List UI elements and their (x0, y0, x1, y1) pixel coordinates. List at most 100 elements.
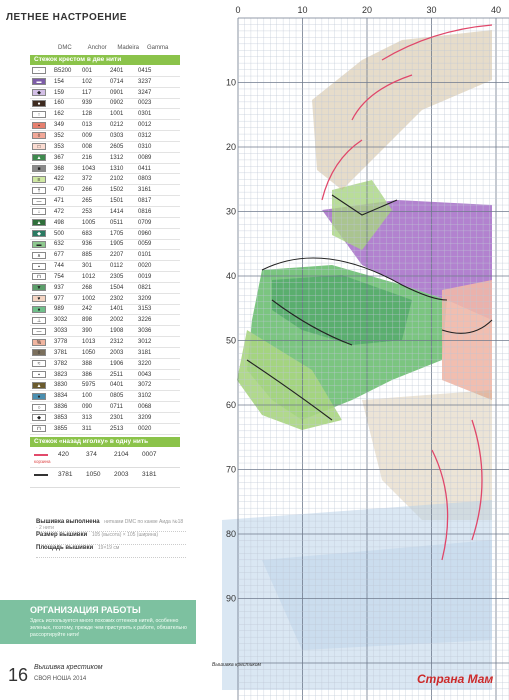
key-cell-dmc: 368 (54, 165, 65, 172)
column-label: 10 (297, 5, 307, 15)
key-cell-dmc: 3782 (54, 360, 68, 367)
key-row: ≡ 422 372 2102 0803 (30, 174, 180, 186)
key-cell-gamma: 0068 (138, 404, 152, 411)
row-label: 50 (226, 336, 236, 346)
key-cell-anchor: 128 (82, 111, 93, 118)
key-row: ⊓ 754 1012 2305 0019 (30, 272, 180, 283)
key-symbol: ▪ (32, 121, 46, 129)
key-cell-dmc: 422 (54, 176, 65, 183)
key-row: % 3778 1013 2312 3012 (30, 337, 180, 348)
key-symbol: ≈ (32, 360, 46, 368)
key-cell-gamma: 0023 (138, 100, 152, 107)
key-row: ■ 368 1043 1310 0411 (30, 164, 180, 175)
key-symbol: ↓ (32, 208, 46, 216)
key-cell-madeira: 1414 (110, 208, 124, 215)
key-cell-dmc: 3033 (54, 328, 68, 335)
key-cell-madeira: 1501 (110, 198, 124, 205)
key-cell-madeira: 2305 (110, 273, 124, 280)
key-row: ♥ 977 1002 2302 3209 (30, 294, 180, 305)
backstitch-cell-madeira: 2104 (114, 451, 129, 458)
column-label: 20 (362, 5, 372, 15)
key-row: ≈3782 388 1906 3220 (30, 359, 180, 370)
key-symbol: ■ (32, 165, 46, 173)
backstitch-cell-madeira: 2003 (114, 471, 129, 478)
key-cell-gamma: 3181 (138, 349, 152, 356)
key-cell-gamma: 0817 (138, 198, 152, 205)
key-cell-gamma: 0301 (138, 111, 152, 118)
key-symbol: ◆ (32, 89, 46, 97)
key-cell-gamma: 0020 (138, 425, 152, 432)
column-label: 40 (491, 5, 501, 15)
key-symbol: † (32, 186, 46, 194)
key-cell-anchor: 266 (82, 187, 93, 194)
key-cell-anchor: 102 (82, 78, 93, 85)
key-cell-dmc: 154 (54, 78, 65, 85)
key-cell-gamma: 0101 (138, 252, 152, 259)
row-label: 60 (226, 400, 236, 410)
backstitch-cell-gamma: 0007 (142, 451, 157, 458)
backstitch-cell-dmc: 3781 (58, 471, 73, 478)
key-cell-gamma: 0059 (138, 241, 152, 248)
key-cell-gamma: 0960 (138, 230, 152, 237)
key-symbol: — (32, 197, 46, 205)
key-row: ◆ 3853 313 2301 3209 (30, 413, 180, 424)
key-cell-madeira: 1705 (110, 230, 124, 237)
key-cell-gamma: 0709 (138, 219, 152, 226)
key-row: ▬ 632 936 1905 0059 (30, 240, 180, 251)
key-cell-gamma: 0310 (138, 143, 152, 150)
key-row: ● 160 939 0902 0023 (30, 99, 180, 110)
key-cell-dmc: 3781 (54, 349, 68, 356)
page-title: ЛЕТНЕЕ НАСТРОЕНИЕ (6, 12, 127, 23)
pattern-grid-svg: 0 10 20 30 40 10 20 30 40 50 60 70 80 90 (202, 0, 509, 700)
key-row: ◊ 352 009 0303 0312 (30, 131, 180, 142)
key-cell-anchor: 117 (82, 89, 92, 96)
key-cell-anchor: 313 (82, 414, 93, 421)
key-symbol: ▲ (32, 219, 46, 227)
key-cell-madeira: 0901 (110, 89, 124, 96)
key-cell-madeira: 0212 (110, 122, 124, 129)
key-cell-dmc: 937 (54, 284, 65, 291)
key-row: ↑ 162 128 1001 0301 (30, 109, 180, 121)
backstitch-row: 3781 1050 2003 3181 (30, 469, 180, 488)
backstitch-cell-anchor: 1050 (86, 471, 101, 478)
key-row: ▬ 154 102 0714 3237 (30, 77, 180, 88)
key-cell-dmc: 3855 (54, 425, 68, 432)
key-row: ▲ 498 1005 0511 0709 (30, 218, 180, 229)
info-made: Вышивка выполнена нитками DMC по канве А… (36, 519, 186, 532)
key-cell-anchor: 268 (82, 284, 93, 291)
key-cell-madeira: 2003 (110, 349, 124, 356)
backstitch-cell-dmc: 420 (58, 451, 69, 458)
key-row: ∧ 677 885 2207 0101 (30, 250, 180, 262)
key-cell-anchor: 898 (82, 317, 93, 324)
key-cell-dmc: 160 (54, 100, 65, 107)
key-cell-madeira: 0303 (110, 132, 124, 139)
key-cell-dmc: 3778 (54, 339, 68, 346)
key-cell-dmc: 353 (54, 143, 65, 150)
key-row: · B5200 001 2401 0415 (30, 66, 180, 77)
row-label: 80 (226, 529, 236, 539)
backstitch-cell-anchor: 374 (86, 451, 97, 458)
key-cell-gamma: 0816 (138, 208, 152, 215)
chart-corner-logo: Вышивка крестиком (212, 662, 261, 668)
key-symbol: ∧ (32, 251, 46, 259)
legend-panel: ЛЕТНЕЕ НАСТРОЕНИЕ DMC Anchor Madeira Gam… (0, 0, 196, 700)
key-cell-gamma: 3226 (138, 317, 152, 324)
key-row: ⊓ 3855 311 2513 0020 (30, 424, 180, 435)
key-cell-madeira: 1906 (110, 360, 124, 367)
key-row: ◆ 500 683 1705 0960 (30, 229, 180, 240)
header-gamma: Gamma (147, 45, 169, 51)
key-cell-dmc: 3834 (54, 393, 68, 400)
key-cell-anchor: 100 (82, 393, 93, 400)
header-madeira: Madeira (117, 45, 140, 51)
organization-text: Здесь используется много похожих оттенко… (30, 618, 187, 638)
key-cell-dmc: 500 (54, 230, 65, 237)
watermark: Страна Мам (417, 672, 494, 686)
key-cell-anchor: 936 (82, 241, 93, 248)
header-dmc: DMC (58, 45, 72, 51)
key-cell-madeira: 2605 (110, 143, 124, 150)
key-cell-gamma: 3161 (138, 187, 152, 194)
key-symbol: □ (32, 143, 46, 151)
key-symbol: ⊥ (32, 316, 46, 324)
key-cell-gamma: 0312 (138, 132, 152, 139)
key-cell-anchor: 1002 (82, 295, 96, 302)
